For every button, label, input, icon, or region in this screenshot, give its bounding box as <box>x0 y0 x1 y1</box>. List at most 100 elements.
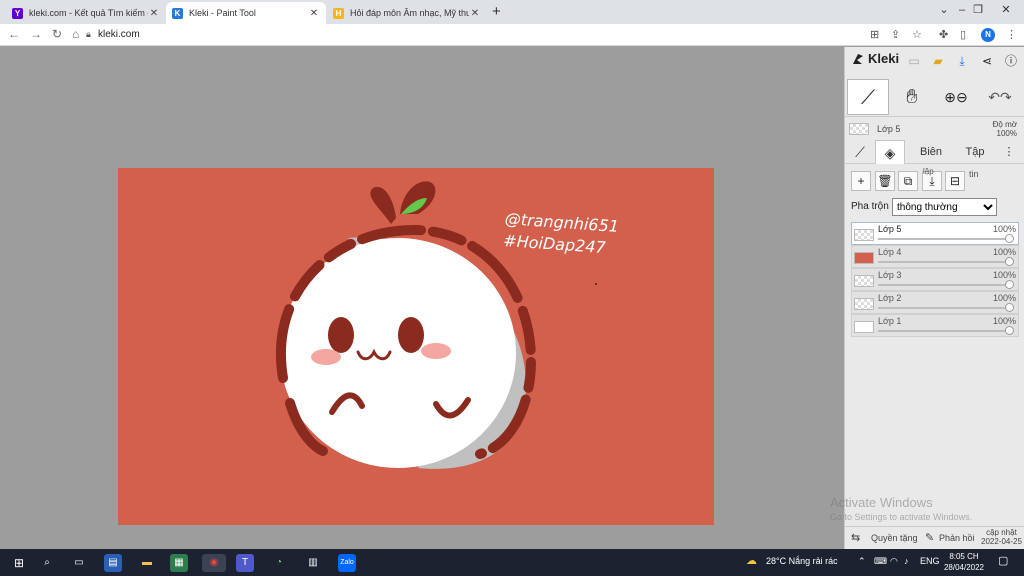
tab-yahoo-search[interactable]: Y kleki.com - Kết quả Tìm kiếm của ✕ <box>6 2 166 24</box>
tab-hoidap[interactable]: H Hỏi đáp môn Âm nhạc, Mỹ thuật ✕ <box>327 2 487 24</box>
rotate-button[interactable]: Quyền tặng <box>871 533 918 543</box>
layer-item[interactable]: Lớp 3 100% <box>851 268 1019 291</box>
url-field[interactable]: kleki.com <box>98 29 140 40</box>
feedback-icon[interactable]: ✎ <box>925 531 934 544</box>
layer-settings-button[interactable]: ⊟ <box>945 171 965 191</box>
swap-icon[interactable]: ⇆ <box>851 531 860 544</box>
chevron-up-icon[interactable]: ⌃ <box>858 556 866 567</box>
blend-mode-row: Pha trộn thông thường <box>851 198 1021 216</box>
close-icon[interactable]: ✕ <box>308 8 320 19</box>
store-icon[interactable]: ▤ <box>104 554 122 572</box>
layer-item[interactable]: Lớp 5 100% <box>851 222 1019 245</box>
close-window-button[interactable]: ✕ <box>988 0 1024 22</box>
close-icon[interactable]: ✕ <box>469 8 481 19</box>
tab-layers[interactable]: ◈ <box>875 140 905 164</box>
file-explorer-icon[interactable]: ▬ <box>138 554 156 572</box>
blend-mode-select[interactable]: thông thường <box>892 198 997 216</box>
hand-tool-button[interactable]: ✋︎ <box>891 79 933 115</box>
address-bar: ← → ↻ ⌂ 🔒︎ kleki.com ⊞ ⇪ ☆ ✤ ▯ N ⋮ <box>0 24 1024 46</box>
share-icon[interactable]: ⇪ <box>891 28 900 41</box>
new-tab-button[interactable]: + <box>492 3 501 20</box>
tab-file[interactable]: Tập <box>955 140 995 164</box>
sidebar-icon[interactable]: ▯ <box>960 28 966 41</box>
layer-item[interactable]: Lớp 2 100% <box>851 291 1019 314</box>
extensions-icon[interactable]: ✤ <box>939 28 948 41</box>
volume-icon[interactable]: ♪ <box>904 556 909 566</box>
layer-name: Lớp 1 <box>878 316 902 326</box>
task-view-icon[interactable]: ▭ <box>70 554 88 572</box>
tab-title: Kleki - Paint Tool <box>189 8 256 18</box>
kleki-icon: K <box>172 7 183 19</box>
undo-redo-buttons[interactable]: ↶↷ <box>979 79 1021 115</box>
layer-name: Lớp 4 <box>878 247 902 257</box>
tab-brush[interactable]: ⟋ <box>847 140 873 164</box>
brush-tool-button[interactable]: ⟋ <box>847 79 889 115</box>
slider-knob[interactable] <box>1005 234 1014 243</box>
opacity-slider[interactable] <box>878 303 1014 312</box>
chrome-icon[interactable]: ◉ <box>202 554 226 572</box>
forward-icon[interactable]: → <box>30 27 42 41</box>
stray-dot <box>595 283 597 285</box>
folder-icon[interactable]: ▰ <box>929 53 947 69</box>
update-label: cập nhật <box>986 528 1017 537</box>
add-layer-button[interactable]: + <box>851 171 871 191</box>
layer-item[interactable]: Lớp 4 100% <box>851 245 1019 268</box>
zoom-buttons[interactable]: ⊕⊖ <box>935 79 977 115</box>
lock-icon[interactable]: 🔒︎ <box>86 29 91 40</box>
panel-tabs: ⟋ ◈ Biên Tập ⋮ <box>845 140 1024 164</box>
tab-kleki[interactable]: K Kleki - Paint Tool ✕ <box>166 2 326 24</box>
opacity-slider[interactable] <box>878 234 1014 243</box>
notification-icon[interactable]: ▢ <box>998 554 1008 567</box>
more-icon[interactable]: ⋮ <box>999 140 1019 164</box>
tab-title: Hỏi đáp môn Âm nhạc, Mỹ thuật <box>350 8 469 18</box>
network-icon[interactable]: ⌨ <box>874 556 887 567</box>
layer-thumbnail <box>854 252 874 264</box>
current-layer-opacity: Độ mờ 100% <box>993 120 1017 138</box>
close-icon[interactable]: ✕ <box>148 8 160 19</box>
new-file-icon[interactable]: ▭ <box>905 53 923 69</box>
opacity-slider[interactable] <box>878 280 1014 289</box>
weather-text[interactable]: 28°C Nắng rải rác <box>766 556 838 566</box>
download-icon[interactable]: ⤓ <box>953 53 971 69</box>
translate-icon[interactable]: ⊞ <box>870 28 879 41</box>
clock[interactable]: 8:05 CH 28/04/2022 <box>942 551 986 573</box>
star-icon[interactable]: ☆ <box>912 28 922 41</box>
avatar[interactable]: N <box>981 28 995 42</box>
refresh-app-icon[interactable]: ◔ <box>270 554 288 572</box>
calculator-icon[interactable]: ▦ <box>170 554 188 572</box>
opacity-slider[interactable] <box>878 257 1014 266</box>
right-eye <box>398 317 424 353</box>
logo-text: Kleki <box>868 51 900 66</box>
slider-knob[interactable] <box>1005 280 1014 289</box>
language-indicator[interactable]: ENG <box>920 556 940 566</box>
update-info[interactable]: cập nhật 2022-04-25 <box>981 528 1022 546</box>
layer-name: Lớp 3 <box>878 270 902 280</box>
opacity-slider[interactable] <box>878 326 1014 335</box>
slider-knob[interactable] <box>1005 257 1014 266</box>
layer-item[interactable]: Lớp 1 100% <box>851 314 1019 337</box>
windows-start-icon[interactable]: ⊞ <box>10 554 28 572</box>
wifi-icon[interactable]: ◠ <box>890 556 898 567</box>
search-icon[interactable]: ⌕ <box>38 554 56 572</box>
back-icon[interactable]: ← <box>8 27 20 41</box>
watermark-subtitle: Go to Settings to activate Windows. <box>830 512 973 522</box>
home-icon[interactable]: ⌂ <box>72 27 79 41</box>
piano-icon[interactable]: ▥ <box>304 554 322 572</box>
share-icon[interactable]: ⋖ <box>978 53 996 69</box>
tab-edit[interactable]: Biên <box>911 140 951 164</box>
layer-opacity: 100% <box>992 316 1016 326</box>
help-icon[interactable]: ⓘ <box>1002 53 1020 69</box>
drawing-canvas[interactable]: @trangnhi651 #HoiDap247 <box>118 168 714 525</box>
artwork <box>276 181 597 469</box>
slider-knob[interactable] <box>1005 326 1014 335</box>
layer-name: Lớp 2 <box>878 293 902 303</box>
slider-knob[interactable] <box>1005 303 1014 312</box>
teams-icon[interactable]: T <box>236 554 254 572</box>
menu-icon[interactable]: ⋮ <box>1006 28 1017 41</box>
duplicate-layer-button[interactable]: ⧉ <box>898 171 918 191</box>
feedback-button[interactable]: Phản hồi <box>939 533 975 543</box>
activate-windows-watermark: Activate Windows Go to Settings to activ… <box>830 495 972 522</box>
delete-layer-button[interactable]: 🗑︎ <box>875 171 895 191</box>
reload-icon[interactable]: ↻ <box>52 27 62 41</box>
zalo-icon[interactable]: Zalo <box>338 554 356 572</box>
